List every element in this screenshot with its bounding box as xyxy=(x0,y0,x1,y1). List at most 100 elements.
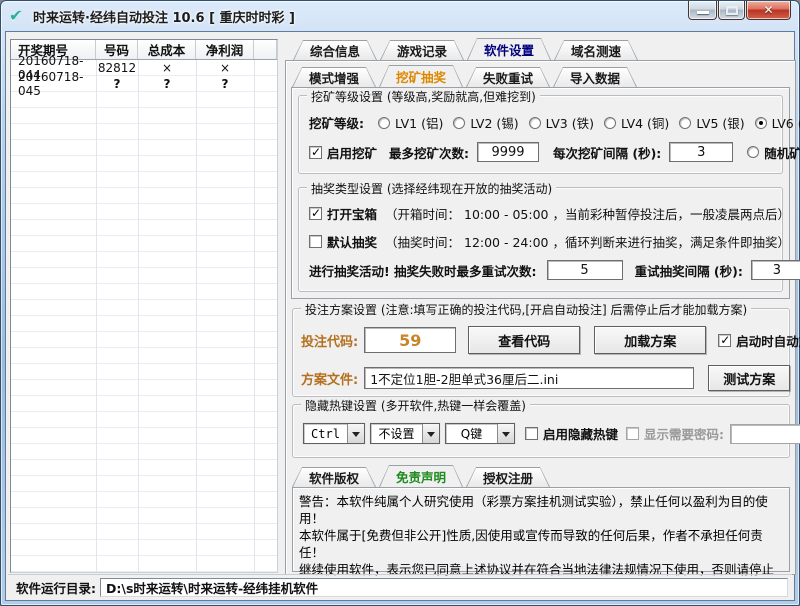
lottery-retry-label: 进行抽奖活动! 抽奖失败时最多重试次数: xyxy=(309,261,537,280)
tab-general-info[interactable]: 综合信息 xyxy=(293,40,377,60)
run-dir-label: 软件运行目录: xyxy=(12,578,100,597)
tab-mining-lottery[interactable]: 挖矿抽奖 xyxy=(379,65,463,87)
main-tab-strip: 综合信息 游戏记录 软件设置 域名测速 xyxy=(293,38,641,60)
tab-domain-speed[interactable]: 域名测速 xyxy=(554,40,638,60)
radio-icon xyxy=(679,117,691,129)
tab-mode-enhance[interactable]: 模式增强 xyxy=(292,67,376,87)
enable-mining-checkbox[interactable]: 启用挖矿 xyxy=(309,143,377,162)
chevron-down-icon xyxy=(347,424,364,443)
treasure-box-checkbox[interactable]: 打开宝箱 xyxy=(309,204,377,223)
plan-file-label: 方案文件: xyxy=(301,369,358,388)
hotkey-modifier-select[interactable]: Ctrl xyxy=(303,423,365,444)
enable-hotkey-checkbox[interactable]: 启用隐藏热键 xyxy=(525,424,618,443)
tab-disclaimer[interactable]: 免责声明 xyxy=(379,465,463,487)
show-password-checkbox[interactable]: 显示需要密码: xyxy=(626,424,724,443)
radio-lv4[interactable]: LV4 (铜) xyxy=(604,113,669,132)
cell-profit: × xyxy=(196,60,254,76)
mining-level-label: 挖矿等级: xyxy=(309,113,364,132)
bet-code-label: 投注代码: xyxy=(301,331,358,350)
grid-line xyxy=(196,60,197,572)
window-title: 时来运转·经纬自动投注 10.6 [ 重庆时时彩 ] xyxy=(33,7,295,26)
radio-lv6[interactable]: LV6 (金) xyxy=(755,113,800,132)
chevron-down-icon xyxy=(422,424,439,443)
close-button[interactable]: ✕ xyxy=(746,1,791,20)
tab-import-data[interactable]: 导入数据 xyxy=(553,67,637,87)
plan-file-input[interactable]: 1不定位1胆-2胆单式36厘后二.ini xyxy=(364,367,694,389)
close-icon: ✕ xyxy=(747,1,790,19)
cell-period: 20160718-045 xyxy=(11,76,96,92)
disclaimer-pane: 警告：本软件纯属个人研究使用（彩票方案挂机测试实验），禁止任何以盈利为目的使用！… xyxy=(292,487,790,572)
radio-icon xyxy=(529,117,541,129)
cell-number: 82812 xyxy=(96,60,138,76)
radio-lv1[interactable]: LV1 (铝) xyxy=(378,113,443,132)
settings-pane: 模式增强 挖矿抽奖 失败重试 导入数据 挖矿等级设置 (等级高,奖励就高,但难挖… xyxy=(285,60,796,575)
results-table[interactable]: 开奖期号 号码 总成本 净利润 20160718-044 82812 × × 2 xyxy=(10,39,278,573)
grid-line xyxy=(254,60,255,572)
cell-cost: ? xyxy=(138,76,196,92)
mining-level-group: 挖矿等级设置 (等级高,奖励就高,但难挖到) 挖矿等级: LV1 (铝) LV2… xyxy=(298,95,783,174)
results-table-body: 20160718-044 82812 × × 20160718-045 ? ? … xyxy=(11,60,277,572)
radio-lv3[interactable]: LV3 (铁) xyxy=(529,113,594,132)
column-header-number[interactable]: 号码 xyxy=(96,40,138,59)
autoload-checkbox[interactable]: 启动时自动加载方案 xyxy=(718,331,800,350)
betting-plan-group: 投注方案设置 (注意:填写正确的投注代码,[开启自动投注] 后需停止后才能加载方… xyxy=(292,308,790,397)
maximize-icon xyxy=(726,6,738,15)
max-mining-input[interactable]: 9999 xyxy=(477,142,539,162)
grid-line xyxy=(138,60,139,572)
radio-icon xyxy=(453,117,465,129)
default-lottery-desc: （抽奖时间： 12:00 - 24:00 ，循环判断来进行抽奖，满足条件即抽奖） xyxy=(385,232,790,251)
hotkey-group: 隐藏热键设置 (多开软件,热键一样会覆盖) Ctrl 不设置 Q键 启用隐藏热键… xyxy=(292,404,790,458)
tab-fail-retry[interactable]: 失败重试 xyxy=(466,67,550,87)
hotkey-key-select[interactable]: Q键 xyxy=(445,423,515,444)
random-level-radio[interactable]: 随机矿级 xyxy=(747,143,800,162)
minimize-icon xyxy=(697,11,709,14)
cell-profit: ? xyxy=(196,76,254,92)
lottery-retry-input[interactable]: 5 xyxy=(547,260,623,280)
maximize-button[interactable] xyxy=(718,1,745,20)
radio-icon xyxy=(747,146,759,158)
password-input[interactable] xyxy=(730,424,800,444)
mining-lottery-pane: 挖矿等级设置 (等级高,奖励就高,但难挖到) 挖矿等级: LV1 (铝) LV2… xyxy=(291,87,790,299)
chevron-down-icon xyxy=(497,424,514,443)
lottery-retry-interval-input[interactable]: 3 xyxy=(751,260,800,280)
default-lottery-checkbox[interactable]: 默认抽奖 xyxy=(309,232,377,251)
tab-license[interactable]: 授权注册 xyxy=(466,467,550,487)
app-window: 时来运转·经纬自动投注 10.6 [ 重庆时时彩 ] ✕ 开奖期号 号码 总成本… xyxy=(0,0,800,606)
table-row[interactable]: 20160718-045 ? ? ? xyxy=(11,76,277,92)
checkbox-icon-checked xyxy=(718,334,731,347)
lottery-retry-interval-label: 重试抽奖间隔 (秒): xyxy=(635,261,743,280)
group-title: 挖矿等级设置 (等级高,奖励就高,但难挖到) xyxy=(307,88,540,105)
mining-interval-input[interactable]: 3 xyxy=(669,142,733,162)
column-header-cost[interactable]: 总成本 xyxy=(138,40,196,59)
column-header-profit[interactable]: 净利润 xyxy=(196,40,254,59)
checkbox-icon xyxy=(525,427,538,440)
tab-copyright[interactable]: 软件版权 xyxy=(292,467,376,487)
radio-lv2[interactable]: LV2 (锡) xyxy=(453,113,518,132)
test-plan-button[interactable]: 测试方案 xyxy=(708,365,790,391)
bet-code-input[interactable]: 59 xyxy=(364,327,456,353)
checkbox-icon xyxy=(309,235,322,248)
load-plan-button[interactable]: 加载方案 xyxy=(594,326,706,354)
radio-lv5[interactable]: LV5 (银) xyxy=(679,113,744,132)
group-title: 抽奖类型设置 (选择经纬现在开放的抽奖活动) xyxy=(307,180,556,197)
tab-game-record[interactable]: 游戏记录 xyxy=(380,40,464,60)
group-title: 投注方案设置 (注意:填写正确的投注代码,[开启自动投注] 后需停止后才能加载方… xyxy=(301,301,751,318)
sub-tab-strip: 模式增强 挖矿抽奖 失败重试 导入数据 xyxy=(292,65,640,87)
bottom-tab-strip: 软件版权 免责声明 授权注册 xyxy=(292,465,553,487)
status-bar: 软件运行目录: D:\s时来运转\时来运转-经纬挂机软件 xyxy=(8,574,792,599)
title-bar[interactable]: 时来运转·经纬自动投注 10.6 [ 重庆时时彩 ] ✕ xyxy=(1,1,799,31)
tab-software-settings[interactable]: 软件设置 xyxy=(467,38,551,60)
window-controls: ✕ xyxy=(688,1,791,20)
group-title: 隐藏热键设置 (多开软件,热键一样会覆盖) xyxy=(301,397,530,414)
view-code-button[interactable]: 查看代码 xyxy=(468,326,580,354)
minimize-button[interactable] xyxy=(688,1,717,20)
client-area: 开奖期号 号码 总成本 净利润 20160718-044 82812 × × 2 xyxy=(5,31,795,601)
mining-interval-label: 每次挖矿间隔 (秒): xyxy=(553,143,661,162)
lottery-type-group: 抽奖类型设置 (选择经纬现在开放的抽奖活动) 打开宝箱 （开箱时间： 10:00… xyxy=(298,187,783,292)
cell-number: ? xyxy=(96,76,138,92)
app-icon xyxy=(9,7,27,25)
hotkey-modifier2-select[interactable]: 不设置 xyxy=(370,423,440,444)
radio-icon xyxy=(604,117,616,129)
checkbox-icon-checked xyxy=(309,146,322,159)
treasure-box-desc: （开箱时间： 10:00 - 05:00 ，当前彩种暂停投注后，一般凌晨两点后） xyxy=(385,204,790,223)
